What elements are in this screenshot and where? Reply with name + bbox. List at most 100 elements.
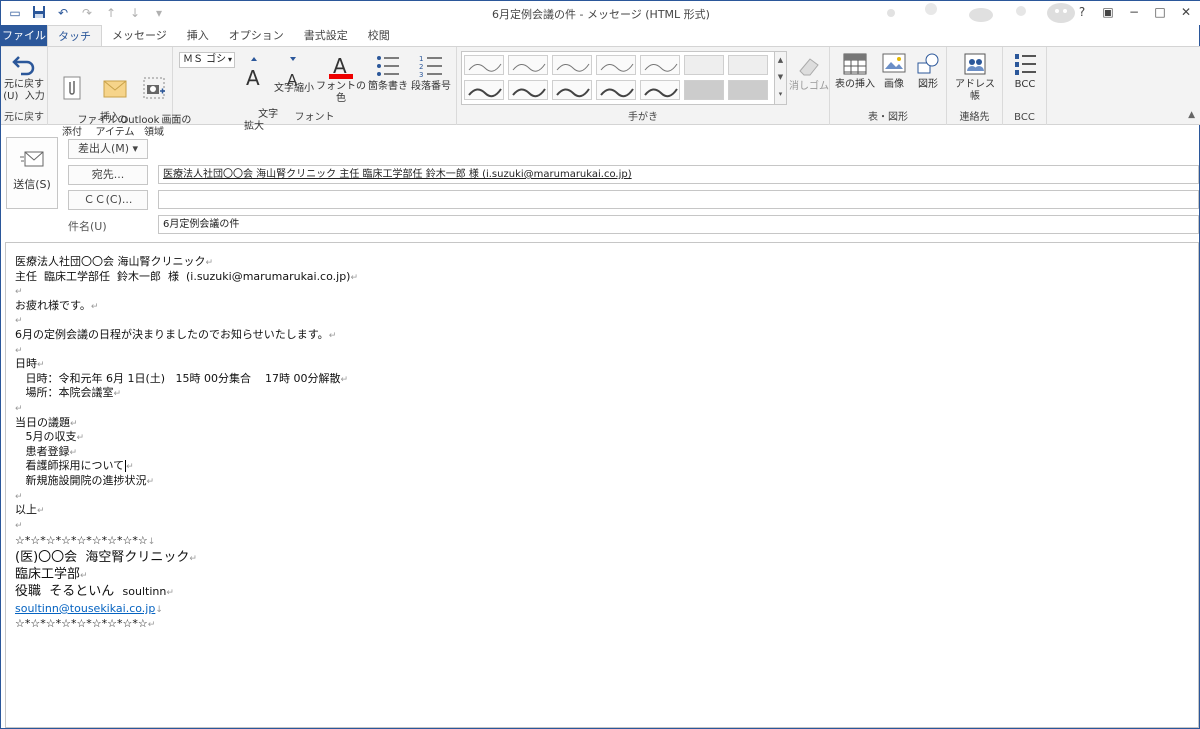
minimize-button[interactable]: −	[1123, 3, 1145, 21]
tab-options[interactable]: オプション	[219, 25, 294, 47]
pen-style-5[interactable]	[640, 55, 680, 75]
numbering-label: 段落番号	[411, 81, 451, 92]
tab-file[interactable]: ファイル	[1, 25, 47, 47]
ribbon-tabs: ファイル タッチ メッセージ 挿入 オプション 書式設定 校閲	[1, 25, 1200, 47]
from-button[interactable]: 差出人(M) ▾	[68, 139, 148, 159]
shrink-font-label: 文字縮小	[274, 83, 314, 94]
body-line: ↵	[15, 403, 23, 414]
insert-image-button[interactable]: 画像	[878, 51, 910, 91]
svg-text:1: 1	[419, 55, 423, 63]
body-line: 6月の定例会議の日程が決まりましたのでお知らせいたします。↵	[15, 327, 337, 341]
body-line: お疲れ様です。↵	[15, 298, 99, 312]
maximize-button[interactable]: □	[1149, 3, 1171, 21]
grow-font-label-wrap: 文字 拡大	[239, 97, 278, 145]
font-name-select[interactable]: ＭＳ ゴシ ▾	[179, 52, 235, 68]
pen-style-1[interactable]	[464, 55, 504, 75]
screen-clip-button[interactable]: 画面の 領域	[136, 51, 191, 151]
pen-style-6[interactable]	[464, 80, 504, 100]
highlighter-style-2[interactable]	[728, 55, 768, 75]
grow-font-button[interactable]: A	[239, 55, 269, 95]
highlighter-style-1[interactable]	[684, 55, 724, 75]
body-line: 場所：本院会議室↵	[15, 386, 122, 400]
address-book-button[interactable]: アドレス帳	[951, 51, 999, 103]
body-line: 看護師採用について ↵	[15, 459, 134, 473]
undo-label-2: (U) 入力	[3, 91, 45, 102]
insert-shape-button[interactable]: 図形	[912, 51, 944, 91]
undo-arrow-icon	[12, 56, 35, 76]
eraser-button[interactable]: 消しゴム	[789, 53, 829, 93]
bullets-icon	[377, 56, 399, 76]
pen-style-2[interactable]	[508, 55, 548, 75]
group-undo: 元に戻す (U) 入力 元に戻す	[1, 47, 48, 125]
attach-file-button[interactable]: ファイルの 添付	[52, 51, 127, 151]
shapes-icon	[917, 53, 939, 74]
to-field[interactable]: 医療法人社団〇〇会 海山腎クリニック 主任 臨床工学部任 鈴木一郎 様 (i.s…	[158, 165, 1199, 184]
font-color-label: フォントの色	[316, 81, 366, 104]
group-contacts: アドレス帳 連絡先	[947, 47, 1003, 125]
bcc-icon	[1015, 54, 1036, 75]
message-body[interactable]: 医療法人社団〇〇会 海山腎クリニック↵ 主任 臨床工学部任 鈴木一郎 様 (i.…	[5, 242, 1199, 728]
tab-review[interactable]: 校閲	[358, 25, 400, 47]
cc-button[interactable]: ＣＣ(C)...	[68, 190, 148, 210]
font-color-button[interactable]: A フォントの色	[315, 55, 367, 105]
pen-style-10[interactable]	[640, 80, 680, 100]
ribbon-display-options-icon[interactable]: ▣	[1097, 3, 1119, 21]
collapse-ribbon-icon[interactable]: ▲	[1188, 110, 1195, 120]
signature-dept: 臨床工学部↵	[15, 566, 88, 582]
help-button[interactable]: ?	[1071, 3, 1093, 21]
svg-text:3: 3	[419, 71, 423, 79]
signature-stars-top: ☆*☆*☆*☆*☆*☆*☆*☆*☆↓	[15, 534, 156, 548]
close-button[interactable]: ✕	[1175, 3, 1197, 21]
numbering-icon: 123	[419, 55, 442, 79]
group-label-table-shapes: 表・図形	[868, 112, 908, 123]
signature-email-line: soultinn@tousekikai.co.jp↓	[15, 601, 163, 615]
highlighter-style-3[interactable]	[684, 80, 724, 100]
grow-font-icon: A	[246, 57, 260, 90]
numbering-button[interactable]: 123 段落番号	[409, 53, 453, 93]
body-line: 当日の議題↵	[15, 415, 78, 429]
subject-label: 件名(U)	[68, 220, 107, 233]
bcc-button[interactable]: BCC	[1007, 51, 1043, 91]
group-label-font: フォント	[294, 112, 335, 123]
cc-field[interactable]	[158, 190, 1199, 209]
body-line: ↵	[15, 491, 23, 502]
tab-format[interactable]: 書式設定	[294, 25, 358, 47]
pen-style-9[interactable]	[596, 80, 636, 100]
body-line: ↵	[15, 287, 23, 298]
pen-style-8[interactable]	[552, 80, 592, 100]
send-label: 送信(S)	[13, 178, 51, 191]
table-icon	[843, 53, 867, 75]
to-button[interactable]: 宛先...	[68, 165, 148, 185]
insert-table-button[interactable]: 表の挿入	[834, 51, 876, 91]
group-label-undo: 元に戻す	[4, 112, 44, 123]
insert-image-label: 画像	[884, 79, 904, 90]
body-line: 5月の収支↵	[15, 430, 85, 444]
window-controls: ? ▣ − □ ✕	[1071, 3, 1197, 21]
group-bcc: BCC BCC	[1003, 47, 1047, 125]
gallery-scroll[interactable]: ▲ ▼ ▾	[774, 52, 786, 104]
to-recipient[interactable]: 医療法人社団〇〇会 海山腎クリニック 主任 臨床工学部任 鈴木一郎 様 (i.s…	[163, 169, 632, 180]
signature-email-link[interactable]: soultinn@tousekikai.co.jp	[15, 602, 155, 615]
tab-insert[interactable]: 挿入	[177, 25, 219, 47]
address-book-icon	[964, 53, 986, 75]
highlighter-style-4[interactable]	[728, 80, 768, 100]
signature-org: (医)〇〇会 海空腎クリニック↵	[15, 549, 197, 565]
pen-style-4[interactable]	[596, 55, 636, 75]
bullets-button[interactable]: 箇条書き	[367, 53, 409, 93]
send-button[interactable]: 送信(S)	[6, 137, 58, 209]
pen-style-7[interactable]	[508, 80, 548, 100]
outlook-item-button[interactable]: Outlook アイテム	[95, 51, 159, 151]
body-line: 医療法人社団〇〇会 海山腎クリニック↵	[15, 255, 214, 268]
undo-button[interactable]: 元に戻す (U) 入力	[3, 51, 45, 103]
body-line: ↵	[15, 316, 23, 327]
pen-gallery[interactable]: ▲ ▼ ▾	[461, 51, 787, 105]
tab-message[interactable]: メッセージ	[102, 25, 177, 47]
group-label-contacts: 連絡先	[959, 112, 990, 123]
body-line: 以上↵	[15, 503, 45, 517]
subject-field[interactable]: 6月定例会議の件	[158, 215, 1199, 234]
address-book-label: アドレス帳	[955, 79, 995, 102]
pen-style-3[interactable]	[552, 55, 592, 75]
signature-stars-bottom: ☆*☆*☆*☆*☆*☆*☆*☆*☆↵	[15, 616, 156, 630]
font-name-value: ＭＳ ゴシ	[183, 54, 227, 65]
tab-touch[interactable]: タッチ	[47, 25, 102, 47]
